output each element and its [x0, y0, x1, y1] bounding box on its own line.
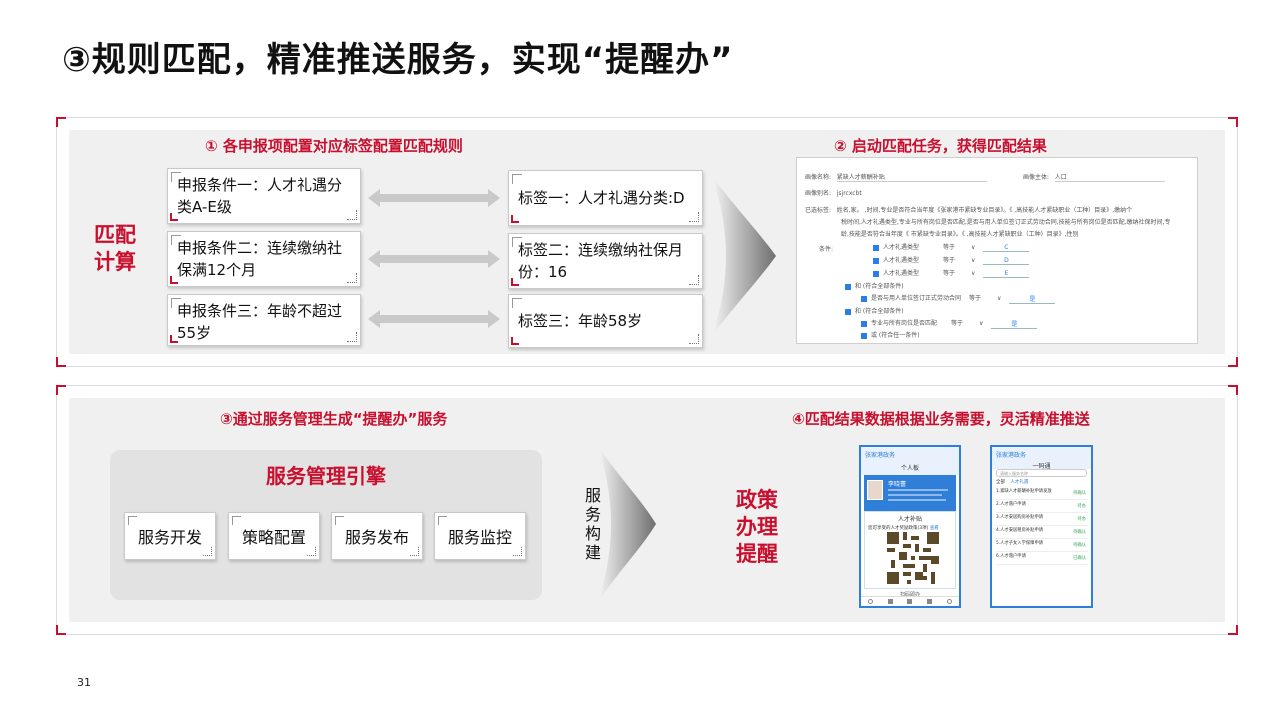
service-list-item[interactable]: 4.人才安居租房补贴申请 待确认	[996, 526, 1088, 539]
chevron-arrow-icon	[598, 446, 656, 602]
tab-talent[interactable]: 人才礼遇	[1010, 480, 1028, 485]
double-arrow-icon	[368, 250, 500, 268]
service-item-status: 待确认	[1073, 543, 1086, 548]
form-label: 画像主体:	[1023, 174, 1050, 181]
condition-card-1: 申报条件一：人才礼遇分 类A-E级	[167, 168, 361, 224]
condition-card-2: 申报条件二：连续缴纳社 保满12个月	[167, 231, 361, 287]
condition-row[interactable]: 专业与所有岗位是否匹配 等于 ∨ 是	[861, 318, 1038, 329]
checkbox-icon[interactable]	[861, 332, 867, 339]
qr-code-icon[interactable]	[887, 532, 939, 584]
service-item-title: 2.人才落户申请	[996, 502, 1026, 507]
service-publish-button[interactable]: 服务发布	[331, 512, 423, 560]
service-item-status: 已确认	[1073, 556, 1086, 561]
matching-side-label: 匹配 计算	[94, 223, 136, 274]
form-label: 已选标签:	[805, 207, 832, 214]
page-title: ③规则匹配，精准推送服务，实现“提醒办”	[62, 40, 734, 80]
step4-heading: ④匹配结果数据根据业务需要，灵活精准推送	[792, 410, 1090, 428]
policy-reminder-label: 政策 办理 提醒	[736, 488, 778, 566]
checkbox-icon[interactable]	[861, 320, 867, 327]
phone-header: 个人板	[900, 465, 919, 472]
tag-card-3: 标签三：年龄58岁	[508, 294, 703, 348]
checkbox-icon[interactable]	[845, 308, 851, 315]
service-item-status: 待办	[1077, 517, 1086, 522]
checkbox-icon[interactable]	[845, 283, 851, 290]
form-label: 画像名称:	[805, 174, 832, 181]
form-value: 龄,技能是否符合当年度《 市紧缺专业目录》。《 ,高技能人才紧缺职业（工种）目录…	[841, 231, 1079, 238]
engine-title: 服务管理引擎	[266, 464, 386, 488]
step2-heading: ② 启动匹配任务，获得匹配结果	[834, 137, 1047, 155]
search-input[interactable]: 请输入服务名称	[996, 469, 1087, 477]
tag-card-2: 标签二：连续缴纳社保月 份：16	[508, 233, 703, 289]
service-item-title: 6.人才落户申请	[996, 554, 1026, 559]
condition-row[interactable]: 是否与用人单位签订正式劳动合同 等于 ∨ 是	[861, 293, 1056, 304]
bottom-nav[interactable]	[861, 596, 959, 606]
condition-group[interactable]: 或 (符合任一条件)	[861, 330, 920, 339]
checkbox-icon[interactable]	[873, 257, 879, 264]
form-value: 税时间,人才礼遇类型,专业与所有岗位是否匹配,是否与用人单位签订正式劳动合同,技…	[841, 219, 1171, 226]
service-item-title: 4.人才安居租房补贴申请	[996, 528, 1044, 533]
service-list-item[interactable]: 5.人才子女入学保障申请 待确认	[996, 539, 1088, 552]
step3-heading: ③通过服务管理生成“提醒办”服务	[220, 410, 448, 428]
service-build-label: 服 务 构 建	[584, 486, 601, 562]
checkbox-icon[interactable]	[861, 295, 867, 302]
form-label: 画像别名:	[805, 190, 832, 197]
condition-group[interactable]: 和 (符合全部条件)	[845, 306, 904, 315]
checkbox-icon[interactable]	[873, 244, 879, 251]
service-item-status: 待确认	[1073, 530, 1086, 535]
service-list-item[interactable]: 3.人才安居购房补贴申请 待办	[996, 513, 1088, 526]
strategy-config-button[interactable]: 策略配置	[228, 512, 320, 560]
card-title: 人才补贴	[897, 516, 922, 523]
tab-all[interactable]: 全部	[996, 480, 1005, 485]
service-list-item[interactable]: 1.紧缺人才薪酬补贴申请发放 待确认	[996, 487, 1088, 500]
condition-row[interactable]: 人才礼遇类型 等于 ∨ C	[873, 242, 1030, 252]
app-brand: 张家港政务	[996, 452, 1027, 459]
user-name: 李晓蕾	[888, 481, 907, 488]
phone-personal-board: 张家港政务 个人板 李晓蕾 人才补贴 您可享受的人才奖励政策(3项) 查看 扫码…	[859, 445, 961, 608]
match-result-form: 画像名称: 紧缺人才薪酬补贴 画像主体: 人口 画像别名: jsjrcxcbt …	[796, 157, 1198, 344]
service-list-item[interactable]: 6.人才落户申请 已确认	[996, 552, 1088, 565]
service-item-status: 待办	[1077, 504, 1086, 509]
condition-row[interactable]: 人才礼遇类型 等于 ∨ D	[873, 255, 1030, 265]
form-value: 人口	[1054, 172, 1165, 182]
service-list: 1.紧缺人才薪酬补贴申请发放 待确认 2.人才落户申请 待办 3.人才安居购房补贴申请待…	[996, 487, 1088, 565]
service-develop-button[interactable]: 服务开发	[124, 512, 216, 560]
condition-row[interactable]: 人才礼遇类型 等于 ∨ E	[873, 268, 1030, 278]
page-number: 31	[77, 676, 91, 689]
form-value: 姓名,家。 ,时间,专业是否符合当年度《张家港市紧缺专业目录》。《 ,高技能人才…	[836, 207, 1133, 214]
notice-link[interactable]: 查看	[930, 526, 939, 531]
form-label: 条件:	[819, 246, 834, 253]
checkbox-icon[interactable]	[873, 270, 879, 277]
service-item-title: 3.人才安居购房补贴申请	[996, 515, 1044, 520]
service-item-title: 5.人才子女入学保障申请	[996, 541, 1044, 546]
form-value: jsjrcxcbt	[836, 190, 862, 197]
service-item-title: 1.紧缺人才薪酬补贴申请发放	[996, 489, 1052, 494]
phone-service-list: 张家港政务 一码通 请输入服务名称 全部 人才礼遇 1.紧缺人才薪酬补贴申请发放…	[990, 445, 1093, 608]
condition-group[interactable]: 和 (符合全部条件)	[845, 281, 904, 290]
chevron-arrow-icon	[712, 176, 776, 336]
condition-card-3: 申报条件三：年龄不超过 55岁	[167, 294, 361, 346]
step1-heading: ① 各申报项配置对应标签配置匹配规则	[205, 137, 463, 155]
service-item-status: 待确认	[1073, 491, 1086, 496]
double-arrow-icon	[368, 310, 500, 328]
tag-card-1: 标签一：人才礼遇分类:D	[508, 170, 703, 226]
avatar	[867, 480, 883, 500]
service-monitor-button[interactable]: 服务监控	[434, 512, 526, 560]
service-list-item[interactable]: 2.人才落户申请 待办	[996, 500, 1088, 513]
service-engine: 服务管理引擎 服务开发 策略配置 服务发布 服务监控	[110, 450, 542, 600]
form-value: 紧缺人才薪酬补贴	[836, 172, 987, 182]
double-arrow-icon	[368, 189, 500, 207]
notice-text: 您可享受的人才奖励政策(3项)	[868, 526, 929, 531]
app-brand: 张家港政务	[865, 452, 896, 459]
